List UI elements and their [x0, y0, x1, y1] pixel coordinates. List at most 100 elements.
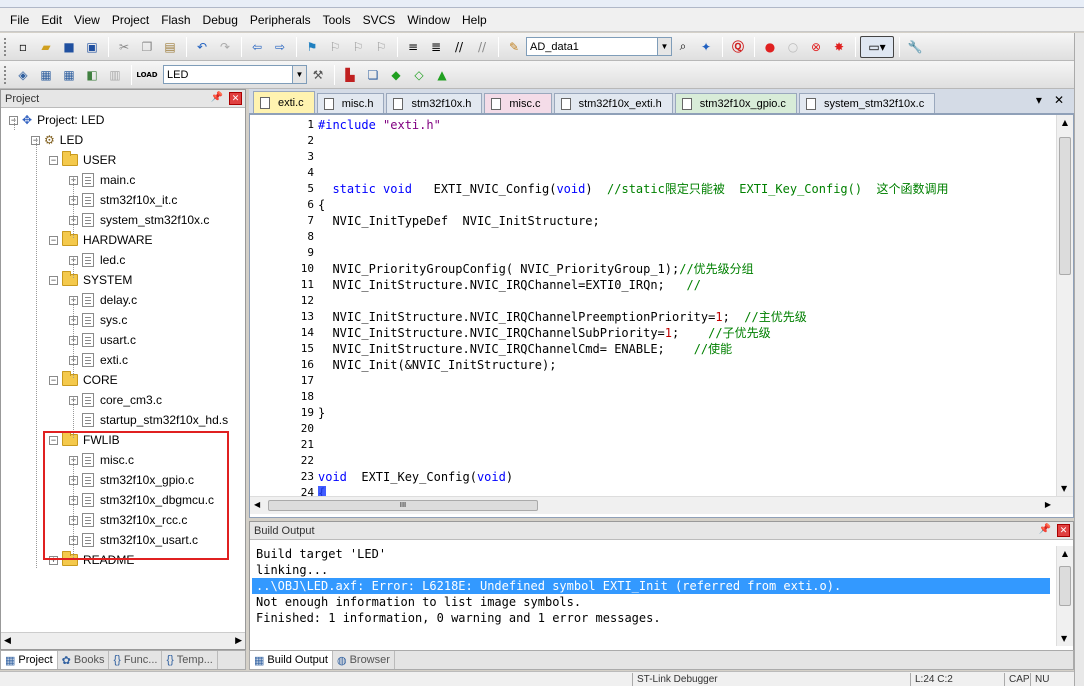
start-debug-icon[interactable]: Ⓠ	[727, 36, 749, 58]
code-line[interactable]: NVIC_InitStructure.NVIC_IRQChannelSubPri…	[318, 325, 770, 341]
clear-bookmarks-icon[interactable]: ⚐	[370, 36, 392, 58]
code-line[interactable]: NVIC_InitStructure.NVIC_IRQChannelPreemp…	[318, 309, 806, 325]
editor-tab-misc-c[interactable]: misc.c	[484, 93, 552, 113]
project-horizontal-scrollbar[interactable]: ◀ ▶	[1, 632, 245, 649]
undo-icon[interactable]: ↶	[191, 36, 213, 58]
tab-buildoutput[interactable]: ▦ Build Output	[250, 651, 333, 669]
toolbar-grip[interactable]	[4, 37, 8, 56]
tree-file[interactable]: + core_cm3.c	[69, 390, 162, 410]
target-combo[interactable]: LED ▼	[163, 65, 307, 84]
tree-file[interactable]: + usart.c	[69, 330, 136, 350]
tree-file[interactable]: + exti.c	[69, 350, 128, 370]
tree-target[interactable]: − ⚙ LED	[31, 130, 83, 150]
batch-build-icon[interactable]: ◧	[81, 64, 103, 86]
menu-peripherals[interactable]: Peripherals	[244, 11, 317, 29]
pin-icon[interactable]: 📌	[211, 92, 223, 103]
editor-tab-stm32f10x_exti-h[interactable]: stm32f10x_exti.h	[553, 93, 673, 113]
kill-all-breakpoints-icon[interactable]: ✸	[828, 36, 850, 58]
scroll-right-icon[interactable]: ▶	[235, 636, 242, 646]
next-bookmark-icon[interactable]: ⚐	[347, 36, 369, 58]
find-combo[interactable]: AD_data1 ▼	[526, 37, 672, 56]
window-layout-icon[interactable]: ▭▾	[860, 35, 894, 58]
tree-file[interactable]: + led.c	[69, 250, 125, 270]
code-editor[interactable]: 1 2 3 4 5 6 7 8 9 10 11 12 13 14 15 16 17 18 19 20 21 22 23 24 …	[249, 114, 1074, 518]
scrollbar-thumb[interactable]	[1059, 566, 1071, 606]
unindent-icon[interactable]: ≣	[425, 36, 447, 58]
find-in-files-icon[interactable]: ✎	[503, 36, 525, 58]
tree-folder[interactable]: − CORE	[49, 370, 118, 390]
code-line[interactable]: }	[318, 405, 325, 421]
scroll-up-icon[interactable]: ▲	[1057, 546, 1073, 558]
menu-svcs[interactable]: SVCS	[357, 11, 402, 29]
tree-root[interactable]: − ✥ Project: LED	[9, 110, 104, 130]
menu-flash[interactable]: Flash	[155, 11, 196, 29]
menu-view[interactable]: View	[68, 11, 106, 29]
paste-icon[interactable]: ▤	[159, 36, 181, 58]
close-icon[interactable]: ✕	[229, 92, 242, 105]
save-icon[interactable]: ■	[58, 36, 80, 58]
breakpoint-icon[interactable]: ●	[759, 36, 781, 58]
collapse-icon[interactable]: −	[49, 235, 58, 245]
bookmark-icon[interactable]: ⚑	[301, 36, 323, 58]
rebuild-icon[interactable]: ▦	[58, 64, 80, 86]
close-icon[interactable]: ✕	[1054, 93, 1064, 107]
menu-help[interactable]: Help	[456, 11, 493, 29]
build-output-text[interactable]: Build target 'LED' linking... ..\OBJ\LED.a…	[252, 546, 1050, 636]
cut-icon[interactable]: ✂	[113, 36, 135, 58]
menu-tools[interactable]: Tools	[317, 11, 357, 29]
open-file-icon[interactable]: ▰	[35, 36, 57, 58]
tree-file[interactable]: + system_stm32f10x.c	[69, 210, 209, 230]
save-all-icon[interactable]: ▣	[81, 36, 103, 58]
toolbar-grip[interactable]	[4, 65, 8, 84]
configure-icon[interactable]: 🔧	[904, 36, 926, 58]
prev-bookmark-icon[interactable]: ⚐	[324, 36, 346, 58]
tree-folder[interactable]: − SYSTEM	[49, 270, 132, 290]
chevron-down-icon[interactable]: ▼	[657, 38, 671, 55]
copy-icon[interactable]: ❐	[136, 36, 158, 58]
build-output-line[interactable]: linking...	[252, 562, 1050, 578]
uncomment-icon[interactable]: //	[471, 36, 493, 58]
editor-tab-stm32f10x_gpio-c[interactable]: stm32f10x_gpio.c	[674, 93, 797, 113]
tab-books[interactable]: ✿ Books	[58, 651, 110, 669]
tree-folder[interactable]: − HARDWARE	[49, 230, 153, 250]
chevron-down-icon[interactable]: ▼	[292, 66, 306, 83]
disable-all-breakpoints-icon[interactable]: ⊗	[805, 36, 827, 58]
manage-components-icon[interactable]: ▙	[339, 64, 361, 86]
collapse-icon[interactable]: −	[49, 275, 58, 285]
indent-icon[interactable]: ≡	[402, 36, 424, 58]
build-output-line[interactable]: Not enough information to list image sym…	[252, 594, 1050, 610]
tree-file[interactable]: startup_stm32f10x_hd.s	[69, 410, 228, 430]
pack-installer-icon[interactable]: ◆	[385, 64, 407, 86]
manage-runtime-icon[interactable]: ▲	[431, 64, 453, 86]
scroll-down-icon[interactable]: ▼	[1061, 484, 1067, 493]
code-line[interactable]: NVIC_InitStructure.NVIC_IRQChannel=EXTI0…	[318, 277, 700, 293]
editor-vertical-scrollbar[interactable]: ▲ ▼	[1056, 115, 1073, 496]
code-line[interactable]: NVIC_Init(&NVIC_InitStructure);	[318, 357, 556, 373]
tree-file[interactable]: + main.c	[69, 170, 135, 190]
menu-project[interactable]: Project	[106, 11, 155, 29]
scroll-down-icon[interactable]: ▼	[1061, 634, 1067, 643]
build-output-line[interactable]: Finished: 1 information, 0 warning and 1…	[252, 610, 1050, 626]
build-output-line[interactable]: Build target 'LED'	[252, 546, 1050, 562]
translate-icon[interactable]: ◈	[12, 64, 34, 86]
scroll-left-icon[interactable]: ◀	[254, 500, 260, 509]
menu-file[interactable]: File	[4, 11, 35, 29]
code-line[interactable]: NVIC_PriorityGroupConfig( NVIC_PriorityG…	[318, 261, 753, 277]
collapse-icon[interactable]: −	[49, 375, 58, 385]
build-output-scrollbar[interactable]: ▲ ▼	[1056, 546, 1073, 646]
scrollbar-thumb[interactable]: III	[268, 500, 538, 511]
find-icon[interactable]: ⌕	[672, 36, 694, 58]
incremental-find-icon[interactable]: ✦	[695, 36, 717, 58]
code-line[interactable]: static void EXTI_NVIC_Config(void) //sta…	[318, 181, 948, 197]
code-area[interactable]: #include "exti.h" static void EXTI_NVIC_…	[318, 115, 1048, 496]
load-icon[interactable]: LOAD	[136, 64, 158, 86]
stop-build-icon[interactable]: ▥	[104, 64, 126, 86]
build-error-line[interactable]: ..\OBJ\LED.axf: Error: L6218E: Undefined…	[252, 578, 1050, 594]
comment-icon[interactable]: //	[448, 36, 470, 58]
scrollbar-thumb[interactable]	[1059, 137, 1071, 275]
close-icon[interactable]: ✕	[1057, 524, 1070, 537]
disable-breakpoint-icon[interactable]: ○	[782, 36, 804, 58]
tree-folder[interactable]: − USER	[49, 150, 116, 170]
new-file-icon[interactable]: ▫	[12, 36, 34, 58]
tab-browser[interactable]: ◍ Browser	[333, 651, 395, 669]
